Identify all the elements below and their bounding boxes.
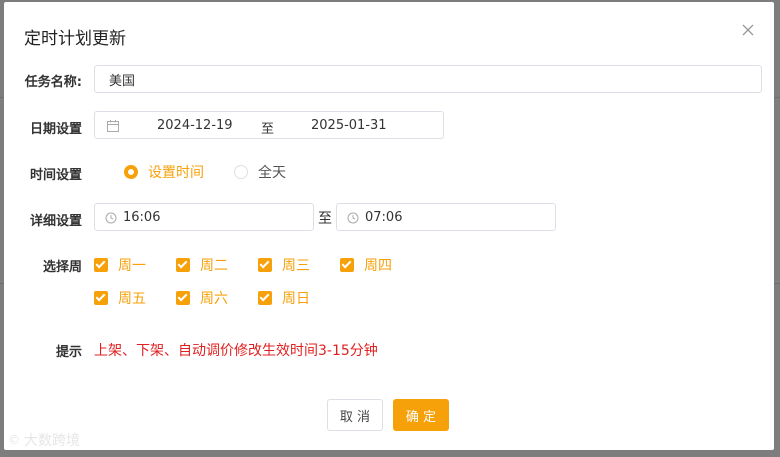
start-time-input[interactable]: 16:06	[94, 203, 314, 231]
checkbox-mon[interactable]: 周一	[94, 255, 146, 275]
cancel-button[interactable]: 取 消	[327, 399, 383, 431]
checkbox-wed[interactable]: 周三	[258, 255, 310, 275]
dialog-title: 定时计划更新	[24, 29, 126, 49]
checkbox-label: 周日	[282, 291, 310, 307]
date-label: 日期设置	[29, 122, 82, 137]
time-mode-label: 时间设置	[29, 168, 82, 183]
watermark-logo-icon: ©	[8, 433, 20, 447]
weekday-label: 选择周	[42, 260, 82, 275]
watermark-text: 大数跨境	[24, 433, 80, 449]
checkbox-label: 周四	[364, 258, 392, 274]
checkbox-checked	[94, 291, 108, 305]
date-separator: 至	[261, 122, 275, 137]
task-name-label: 任务名称:	[24, 75, 82, 90]
end-date[interactable]: 2025-01-31	[311, 118, 387, 133]
clock-icon	[105, 212, 117, 224]
checkbox-fri[interactable]: 周五	[94, 288, 146, 308]
checkbox-label: 周三	[282, 258, 310, 274]
checkbox-checked	[176, 258, 190, 272]
radio-set-time[interactable]: 设置时间	[124, 162, 204, 182]
start-date[interactable]: 2024-12-19	[157, 118, 233, 133]
checkbox-checked	[340, 258, 354, 272]
radio-all-day[interactable]: 全天	[234, 162, 286, 182]
radio-all-day-label: 全天	[258, 165, 286, 181]
checkbox-thu[interactable]: 周四	[340, 255, 392, 275]
task-name-input[interactable]: 美国	[94, 65, 762, 93]
checkbox-label: 周五	[118, 291, 146, 307]
tip-text: 上架、下架、自动调价修改生效时间3-15分钟	[94, 343, 378, 359]
task-name-value: 美国	[109, 73, 136, 89]
checkbox-sat[interactable]: 周六	[176, 288, 228, 308]
end-time-input[interactable]: 07:06	[336, 203, 556, 231]
radio-dot	[124, 165, 138, 179]
checkbox-checked	[258, 291, 272, 305]
detail-label: 详细设置	[29, 214, 82, 229]
checkbox-checked	[94, 258, 108, 272]
radio-set-time-label: 设置时间	[148, 165, 204, 181]
checkbox-label: 周二	[200, 258, 228, 274]
time-separator: 至	[318, 211, 332, 227]
watermark: © 大数跨境	[8, 430, 80, 450]
end-time-value: 07:06	[365, 209, 403, 225]
start-time-value: 16:06	[123, 209, 161, 225]
radio-dot	[234, 165, 248, 179]
close-button[interactable]	[740, 22, 756, 38]
schedule-dialog: 定时计划更新 任务名称: 美国 日期设置 2024-12-19 至 2025-0…	[4, 2, 774, 450]
confirm-button[interactable]: 确 定	[393, 399, 449, 431]
checkbox-sun[interactable]: 周日	[258, 288, 310, 308]
close-icon	[742, 24, 754, 36]
checkbox-tue[interactable]: 周二	[176, 255, 228, 275]
checkbox-checked	[258, 258, 272, 272]
checkbox-label: 周六	[200, 291, 228, 307]
clock-icon	[347, 212, 359, 224]
checkbox-checked	[176, 291, 190, 305]
calendar-icon	[107, 120, 119, 132]
tip-label: 提示	[55, 345, 82, 360]
checkbox-label: 周一	[118, 258, 146, 274]
date-range-picker[interactable]: 2024-12-19 至 2025-01-31	[94, 111, 444, 139]
